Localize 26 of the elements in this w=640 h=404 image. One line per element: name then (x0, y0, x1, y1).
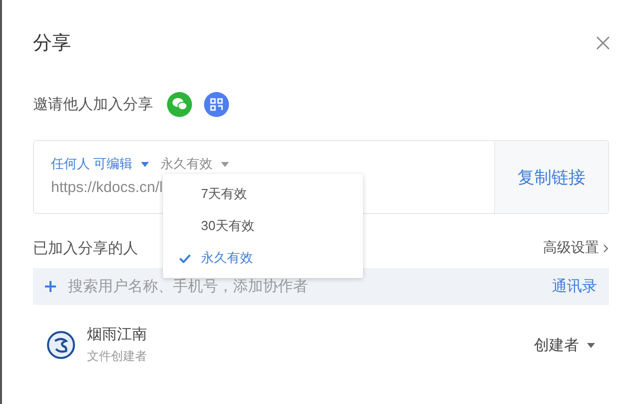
caret-icon (140, 162, 149, 166)
qr-code-icon (210, 98, 223, 110)
chat-bubbles-icon (172, 97, 188, 111)
section-title: 已加入分享的人 (33, 238, 138, 258)
contacts-link[interactable]: 通讯录 (552, 277, 597, 296)
caret-icon (220, 162, 229, 166)
caret-icon (587, 342, 595, 348)
chat-share-button[interactable] (167, 92, 192, 116)
menu-item[interactable]: 30天有效 (163, 210, 363, 242)
permission-select[interactable]: 任何人 可编辑 (51, 155, 149, 173)
close-icon[interactable] (596, 36, 610, 50)
avatar-icon (47, 331, 75, 359)
role-select[interactable]: 创建者 (534, 336, 595, 354)
check-icon (179, 254, 191, 262)
qr-code-button[interactable] (204, 92, 229, 116)
plus-icon (45, 281, 56, 292)
expiry-select[interactable]: 永久有效 (160, 155, 229, 173)
advanced-settings-link[interactable]: 高级设置 (543, 239, 609, 257)
menu-item[interactable]: 7天有效 (163, 178, 363, 210)
member-subtitle: 文件创建者 (87, 348, 148, 365)
chevron-right-icon (603, 244, 609, 252)
invite-label: 邀请他人加入分享 (33, 94, 153, 114)
search-field[interactable]: 搜索用户名称、手机号，添加协作者 通讯录 (33, 268, 609, 305)
copy-link-button[interactable]: 复制链接 (494, 141, 608, 213)
dialog-title: 分享 (33, 32, 71, 56)
member-name: 烟雨江南 (87, 325, 148, 344)
